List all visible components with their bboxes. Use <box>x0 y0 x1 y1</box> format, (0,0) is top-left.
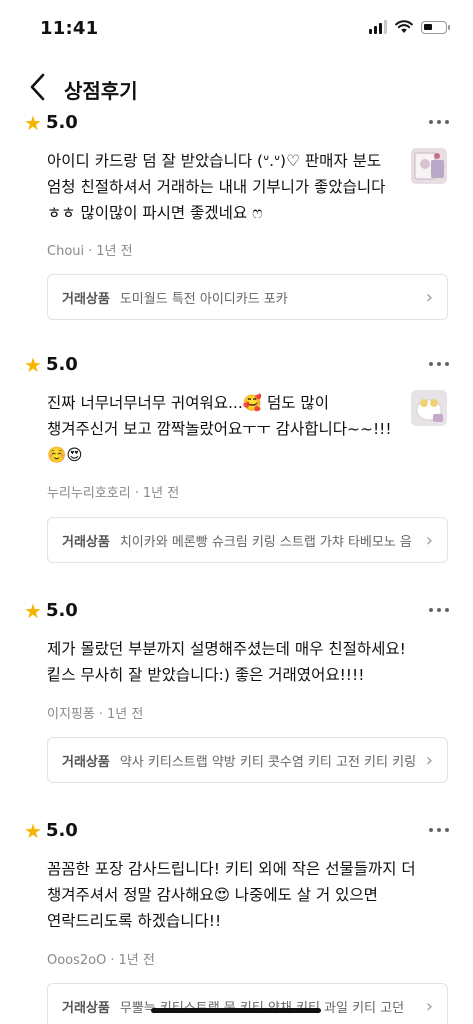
rating: ★ 5.0 <box>24 600 78 621</box>
review-date: 1년 전 <box>142 486 180 501</box>
rating-score: 5.0 <box>45 112 78 133</box>
reviewer-name[interactable]: 이지핑퐁 <box>47 707 95 722</box>
more-options-icon[interactable] <box>429 120 449 124</box>
review-meta: Ooos2oO · 1년 전 <box>47 953 155 968</box>
more-options-icon[interactable] <box>429 828 449 832</box>
product-label: 거래상품 <box>62 291 110 307</box>
reviewer-name[interactable]: 누리누리호호리 <box>47 486 131 501</box>
chevron-right-icon: › <box>425 749 433 771</box>
review-date: 1년 전 <box>96 244 133 259</box>
product-label: 거래상품 <box>62 534 110 550</box>
review-photo-thumbnail[interactable] <box>411 390 447 426</box>
back-arrow-icon[interactable] <box>24 70 54 104</box>
status-bar: 11:41 <box>0 0 473 58</box>
product-link[interactable]: 거래상품 무뿔늑 키티스트랩 뭉 키티 약채 키티 과일 키티 고던 › <box>47 983 448 1024</box>
status-icons <box>369 20 450 34</box>
review-text: 꼼꼼한 포장 감사드립니다! 키티 외에 작은 선물들까지 더 챙겨주셔서 정말… <box>47 860 416 930</box>
review-list: ★ 5.0 아이디 카드랑 덤 잘 받았습니다 (ᐡ.ᐡ)♡ 판매자 분도 엄청… <box>0 108 473 1024</box>
review-date: 1년 전 <box>106 707 144 722</box>
rating-score: 5.0 <box>45 354 78 375</box>
rating: ★ 5.0 <box>24 112 78 133</box>
product-name: 약사 키티스트랩 약방 키티 콧수염 키티 고전 키티 키링 <box>119 754 417 770</box>
star-icon: ★ <box>24 110 42 135</box>
chevron-right-icon: › <box>425 995 433 1017</box>
reviewer-name[interactable]: Choui <box>47 244 84 259</box>
product-label: 거래상품 <box>62 754 110 770</box>
header: 상점후기 <box>0 62 473 114</box>
chevron-right-icon: › <box>425 529 433 551</box>
home-indicator[interactable] <box>151 1008 321 1013</box>
page-title: 상점후기 <box>64 79 138 103</box>
product-link[interactable]: 거래상품 도미월드 특전 아이디카드 포카 › <box>47 274 448 320</box>
review-meta: Choui · 1년 전 <box>47 244 133 259</box>
star-icon: ★ <box>24 598 42 623</box>
review-meta: 이지핑퐁 · 1년 전 <box>47 707 144 722</box>
review-text: 아이디 카드랑 덤 잘 받았습니다 (ᐡ.ᐡ)♡ 판매자 분도 엄청 친절하셔서… <box>47 152 386 222</box>
status-time: 11:41 <box>40 18 99 39</box>
reviewer-name[interactable]: Ooos2oO <box>47 953 106 968</box>
rating-score: 5.0 <box>45 820 78 841</box>
product-name: 치이카와 메론빵 슈크림 키링 스트랩 가챠 타베모노 음 <box>119 534 412 550</box>
chevron-right-icon: › <box>425 286 433 308</box>
battery-icon <box>421 20 450 34</box>
rating: ★ 5.0 <box>24 820 78 841</box>
review-meta: 누리누리호호리 · 1년 전 <box>47 486 180 501</box>
more-options-icon[interactable] <box>429 362 449 366</box>
review-photo-thumbnail[interactable] <box>411 148 447 184</box>
review-date: 1년 전 <box>118 953 155 968</box>
rating-score: 5.0 <box>45 600 78 621</box>
star-icon: ★ <box>24 818 42 843</box>
rating: ★ 5.0 <box>24 354 78 375</box>
review-text: 제가 몰랐던 부분까지 설명해주셨는데 매우 친절하세요! 킽스 무사히 잘 받… <box>47 640 406 684</box>
product-label: 거래상품 <box>62 1000 110 1016</box>
review-text: 진짜 너무너무너무 귀여워요...🥰 덤도 많이 챙겨주신거 보고 깜짝놀랐어요… <box>47 394 392 464</box>
more-options-icon[interactable] <box>429 608 449 612</box>
wifi-icon <box>395 20 413 33</box>
product-link[interactable]: 거래상품 치이카와 메론빵 슈크림 키링 스트랩 가챠 타베모노 음 › <box>47 517 448 563</box>
cellular-signal-icon <box>369 20 387 34</box>
product-link[interactable]: 거래상품 약사 키티스트랩 약방 키티 콧수염 키티 고전 키티 키링 › <box>47 737 448 783</box>
star-icon: ★ <box>24 352 42 377</box>
product-name: 도미월드 특전 아이디카드 포카 <box>119 291 288 307</box>
